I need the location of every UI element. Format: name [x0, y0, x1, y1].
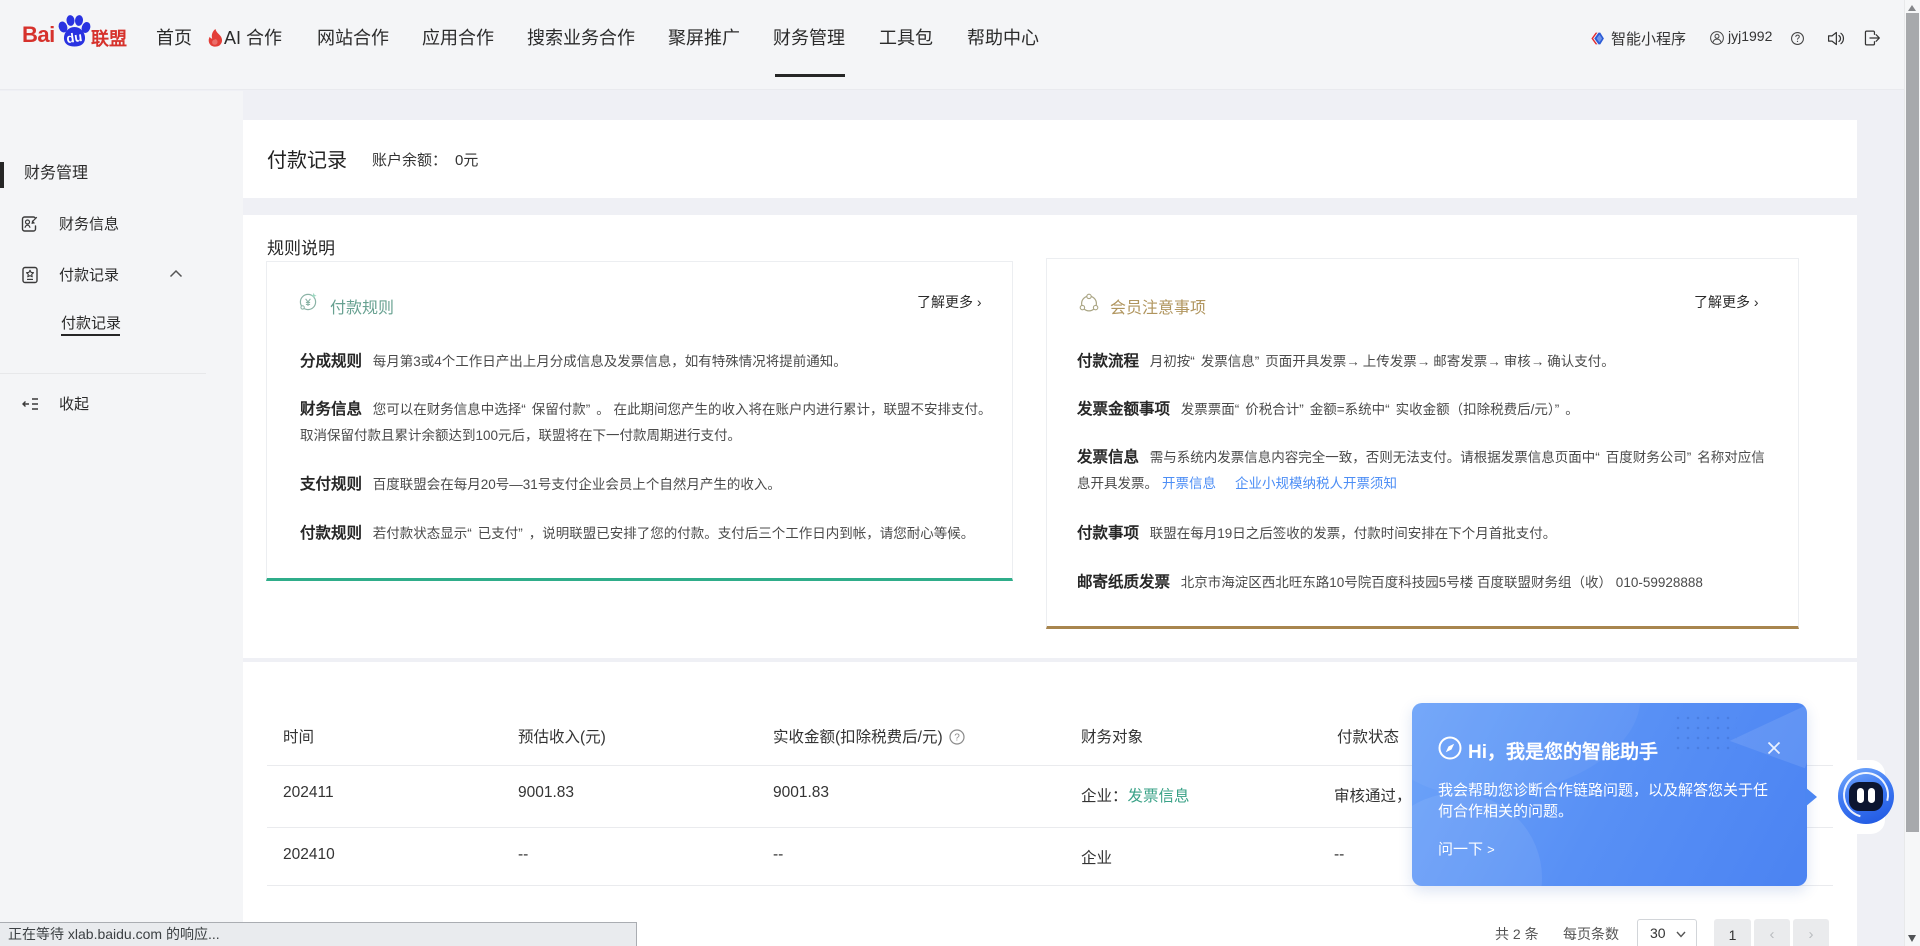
svg-text:?: ? — [954, 733, 960, 744]
svg-text:du: du — [65, 29, 83, 46]
